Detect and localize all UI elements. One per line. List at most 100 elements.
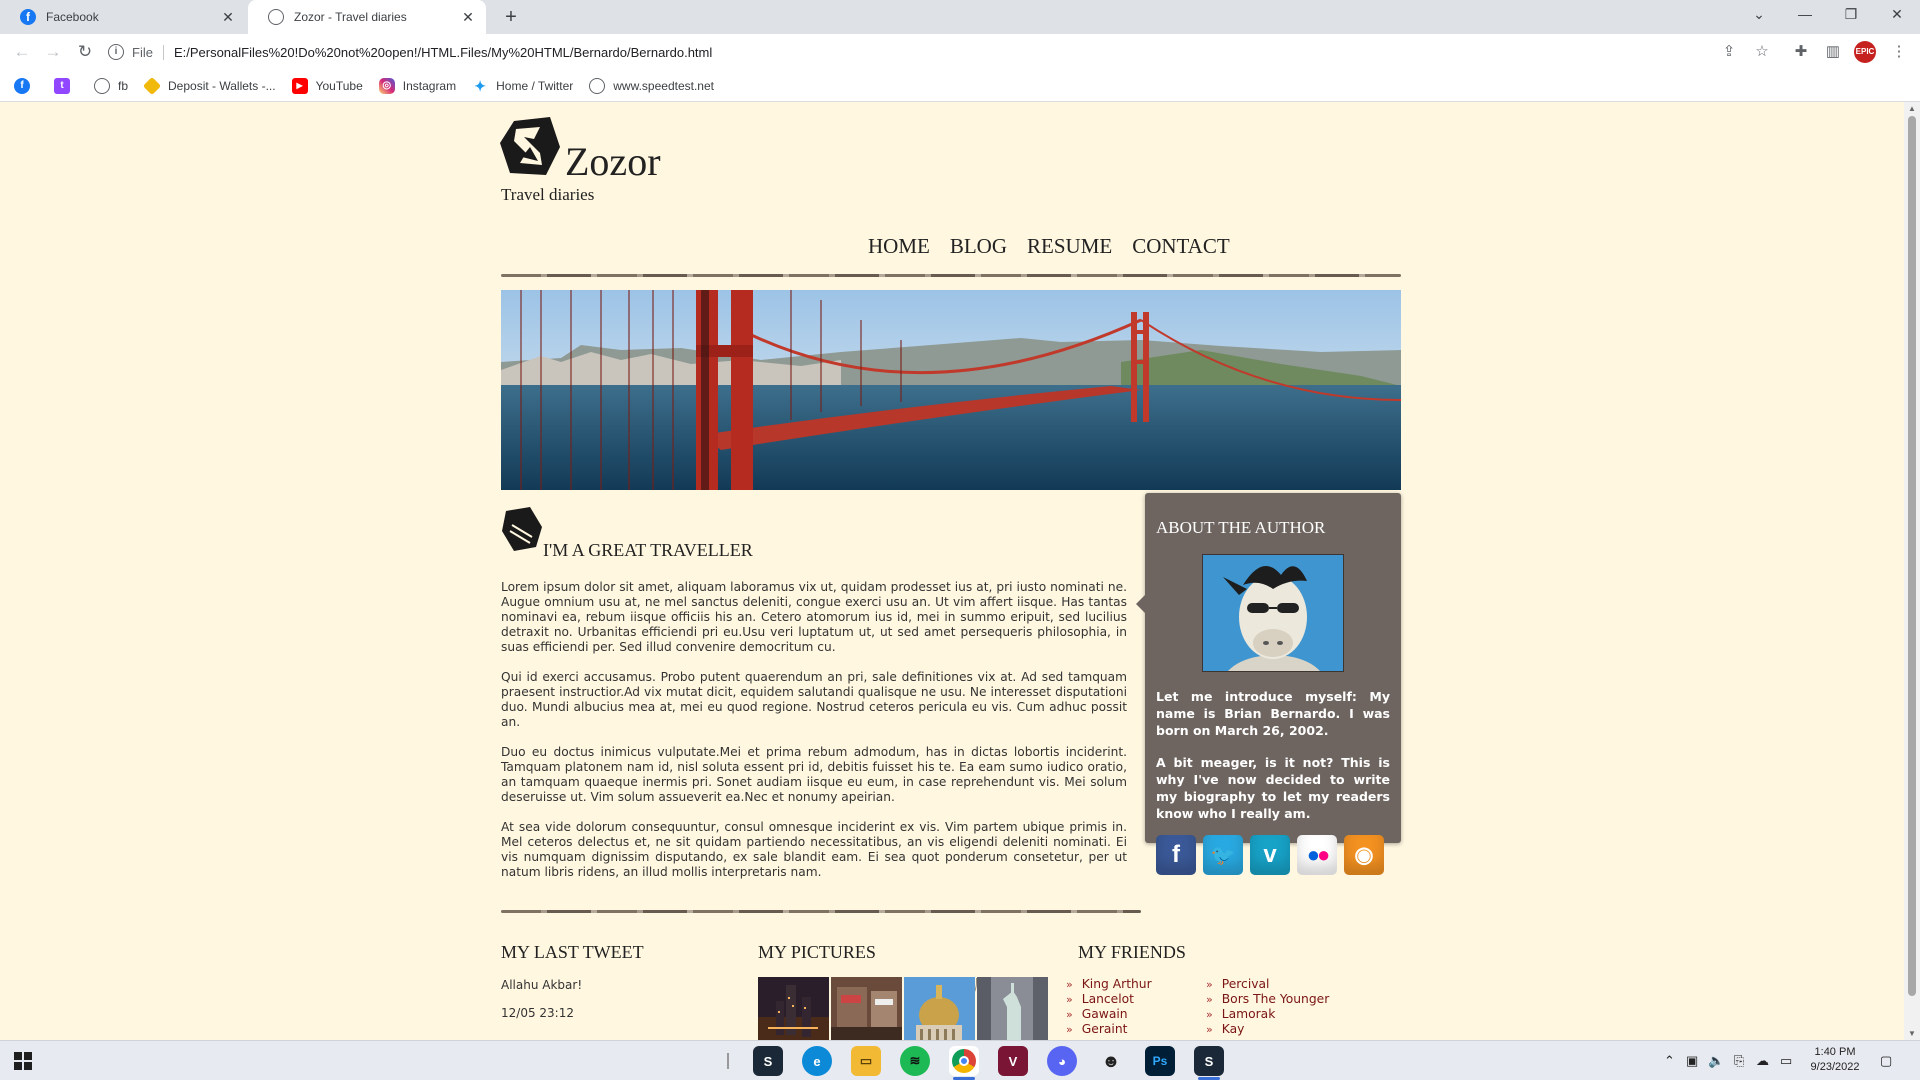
- bookmark-label: Instagram: [402, 78, 457, 93]
- friend-link[interactable]: Bors The Younger: [1206, 992, 1330, 1007]
- extensions-puzzle-icon[interactable]: ✚: [1790, 41, 1812, 63]
- article-paragraph: Lorem ipsum dolor sit amet, aliquam labo…: [501, 580, 1127, 654]
- gallery-thumbnail[interactable]: [904, 977, 975, 1040]
- vimeo-icon[interactable]: v: [1250, 835, 1290, 875]
- close-icon[interactable]: ✕: [460, 9, 476, 26]
- friend-link[interactable]: Lancelot: [1066, 992, 1152, 1007]
- site-tagline: Travel diaries: [501, 185, 595, 204]
- discord-taskbar-icon[interactable]: ◕: [1047, 1046, 1077, 1076]
- bookmark-deposit[interactable]: Deposit - Wallets -...: [142, 76, 276, 95]
- binance-icon: [142, 76, 162, 95]
- gallery-thumbnail[interactable]: [758, 977, 829, 1040]
- new-tab-button[interactable]: +: [498, 4, 524, 30]
- article-body: Lorem ipsum dolor sit amet, aliquam labo…: [501, 580, 1127, 895]
- monitor-icon[interactable]: ▭: [1780, 1053, 1792, 1069]
- youtube-icon: ▶: [291, 77, 308, 94]
- bookmark-youtube[interactable]: ▶ YouTube: [291, 77, 363, 94]
- close-icon[interactable]: ✕: [220, 9, 236, 26]
- nav-contact[interactable]: CONTACT: [1132, 234, 1229, 259]
- about-author-panel: ABOUT THE AUTHOR Let me introduce myself…: [1136, 493, 1401, 875]
- nav-resume[interactable]: RESUME: [1027, 234, 1112, 259]
- taskbar-clock[interactable]: 1:40 PM 9/23/2022: [1800, 1045, 1870, 1075]
- side-panel-icon[interactable]: ▥: [1822, 41, 1844, 63]
- forward-arrow-icon[interactable]: →: [41, 40, 65, 64]
- bookmark-speedtest[interactable]: www.speedtest.net: [589, 77, 714, 94]
- reload-icon[interactable]: ↻: [73, 40, 97, 64]
- tray-chevron-icon[interactable]: ⌃: [1664, 1053, 1675, 1069]
- bookmark-star-icon[interactable]: ☆: [1751, 41, 1773, 63]
- friend-link[interactable]: Gawain: [1066, 1007, 1152, 1022]
- notifications-icon[interactable]: ▢: [1880, 1053, 1892, 1069]
- tab-search-chevron-icon[interactable]: ⌄: [1736, 0, 1782, 30]
- spotify-taskbar-icon[interactable]: ≋: [900, 1046, 930, 1076]
- scroll-down-icon[interactable]: ▼: [1904, 1029, 1920, 1038]
- flickr-icon[interactable]: ● ●: [1297, 835, 1337, 875]
- info-icon[interactable]: i: [108, 44, 124, 60]
- close-window-button[interactable]: ✕: [1874, 0, 1920, 30]
- network-icon[interactable]: ⎘: [1734, 1053, 1744, 1069]
- tab-zozor[interactable]: Zozor - Travel diaries ✕: [248, 0, 486, 34]
- friend-link[interactable]: Lamorak: [1206, 1007, 1329, 1022]
- windows-start-icon[interactable]: [14, 1052, 32, 1070]
- tray-app-icon[interactable]: ▣: [1686, 1053, 1698, 1069]
- site-brand[interactable]: Zozor: [565, 138, 661, 185]
- onedrive-icon[interactable]: ☁: [1756, 1053, 1769, 1069]
- scrollbar-thumb[interactable]: [1908, 116, 1916, 996]
- globe-icon: [94, 77, 110, 94]
- bookmark-label: www.speedtest.net: [613, 78, 714, 93]
- rss-icon[interactable]: ◉: [1344, 835, 1384, 875]
- twitter-icon[interactable]: 🐦: [1203, 835, 1243, 875]
- tweet-text: Allahu Akbar!: [501, 978, 583, 992]
- restore-button[interactable]: ❐: [1828, 0, 1874, 30]
- pictures-title: MY PICTURES: [758, 942, 876, 962]
- volume-icon[interactable]: 🔈: [1708, 1053, 1724, 1069]
- menu-kebab-icon[interactable]: ⋮: [1888, 41, 1910, 63]
- friend-link[interactable]: Geraint: [1066, 1022, 1152, 1037]
- friend-link[interactable]: King Arthur: [1066, 977, 1152, 992]
- bookmark-instagram[interactable]: ◎ Instagram: [378, 77, 457, 94]
- photoshop-taskbar-icon[interactable]: Ps: [1145, 1046, 1175, 1076]
- bookmark-fb[interactable]: fb: [94, 77, 128, 94]
- tab-facebook[interactable]: f Facebook ✕: [0, 0, 246, 34]
- author-bio: Let me introduce myself: My name is Bria…: [1156, 688, 1390, 822]
- facebook-icon[interactable]: f: [1156, 835, 1196, 875]
- author-bio-paragraph: Let me introduce myself: My name is Bria…: [1156, 689, 1390, 738]
- bookmark-label: Home / Twitter: [496, 78, 574, 93]
- about-author-title: ABOUT THE AUTHOR: [1156, 518, 1326, 537]
- gallery-thumbnail[interactable]: [831, 977, 902, 1040]
- friend-link[interactable]: Kay: [1206, 1022, 1329, 1037]
- article-paragraph: Qui id exerci accusamus. Probo putent qu…: [501, 670, 1127, 729]
- file-explorer-taskbar-icon[interactable]: ▭: [851, 1046, 881, 1076]
- bookmark-label: Deposit - Wallets -...: [168, 78, 276, 93]
- social-links: f 🐦 v ● ● ◉: [1156, 835, 1390, 875]
- friends-list-col1: King Arthur Lancelot Gawain Geraint: [1066, 977, 1152, 1037]
- edge-taskbar-icon[interactable]: e: [802, 1046, 832, 1076]
- game-taskbar-icon[interactable]: ☻: [1096, 1046, 1126, 1076]
- friends-title: MY FRIENDS: [1078, 942, 1186, 962]
- main-nav: HOME BLOG RESUME CONTACT: [868, 234, 1230, 259]
- nav-blog[interactable]: BLOG: [950, 234, 1007, 259]
- nav-home[interactable]: HOME: [868, 234, 930, 259]
- address-bar[interactable]: i File E:/PersonalFiles%20!Do%20not%20op…: [108, 37, 1788, 67]
- app-taskbar-icon[interactable]: V: [998, 1046, 1028, 1076]
- page-scrollbar[interactable]: ▲ ▼: [1904, 102, 1920, 1040]
- share-icon[interactable]: ⇪: [1718, 41, 1740, 63]
- chrome-taskbar-icon[interactable]: [949, 1046, 979, 1076]
- minimize-button[interactable]: —: [1782, 0, 1828, 30]
- bookmark-twitch[interactable]: t: [54, 77, 78, 94]
- steam2-taskbar-icon[interactable]: S: [1194, 1046, 1224, 1076]
- profile-avatar[interactable]: EPIC: [1854, 41, 1876, 63]
- bookmark-twitter[interactable]: ✦ Home / Twitter: [472, 78, 573, 94]
- scroll-up-icon[interactable]: ▲: [1904, 104, 1920, 113]
- bookmarks-bar: f t fb Deposit - Wallets -... ▶ YouTube ◎…: [0, 70, 1920, 102]
- friend-link[interactable]: Percival: [1206, 977, 1329, 992]
- banner-image: [501, 290, 1401, 490]
- picture-gallery: [758, 977, 1048, 1040]
- back-arrow-icon[interactable]: ←: [10, 40, 34, 64]
- bookmark-facebook[interactable]: f: [14, 77, 38, 94]
- section-title: I'M A GREAT TRAVELLER: [543, 540, 753, 560]
- url-text[interactable]: E:/PersonalFiles%20!Do%20not%20open!/HTM…: [174, 45, 712, 60]
- divider: [501, 274, 1401, 277]
- steam-taskbar-icon[interactable]: S: [753, 1046, 783, 1076]
- gallery-thumbnail[interactable]: [977, 977, 1048, 1040]
